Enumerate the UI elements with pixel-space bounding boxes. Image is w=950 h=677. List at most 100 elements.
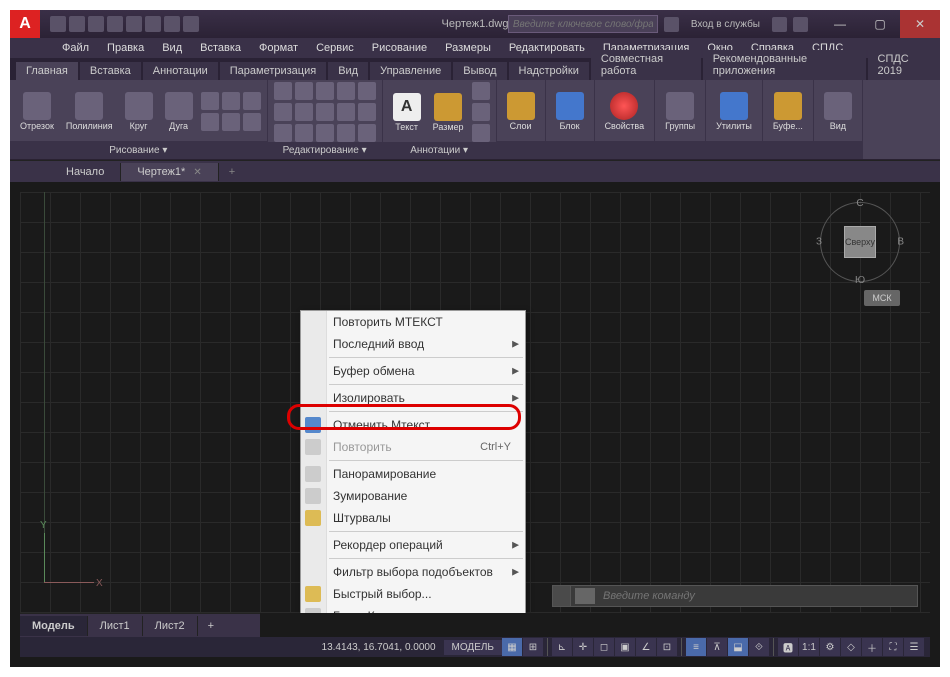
tool-properties[interactable]: Свойства	[601, 90, 649, 133]
doc-tab-add[interactable]: +	[219, 163, 245, 181]
annot-tool-icon[interactable]	[472, 124, 490, 142]
ctx-quickcalc[interactable]: БыстрКальк	[301, 605, 525, 613]
maximize-button[interactable]: ▢	[860, 10, 900, 38]
ctx-isolate[interactable]: Изолировать▶	[301, 387, 525, 409]
user-icon[interactable]	[664, 17, 679, 32]
ctx-pan[interactable]: Панорамирование	[301, 463, 525, 485]
panel-title-draw[interactable]: Рисование ▾	[10, 141, 267, 159]
tool-utilities[interactable]: Утилиты	[712, 90, 756, 133]
tool-text[interactable]: AТекст	[389, 91, 425, 134]
tool-layers[interactable]: Слои	[503, 90, 539, 133]
tool-arc[interactable]: Дуга	[161, 90, 197, 133]
command-icon[interactable]	[575, 588, 595, 604]
qat-plot-icon[interactable]	[145, 16, 161, 32]
drawing-canvas[interactable]: Y X Сверху С Ю З В МСК Повторить МТЕКСТ …	[20, 192, 930, 613]
tool-circle[interactable]: Круг	[121, 90, 157, 133]
menu-tools[interactable]: Сервис	[308, 40, 362, 56]
qat-undo-icon[interactable]	[164, 16, 180, 32]
draw-tool-icon[interactable]	[201, 92, 219, 110]
status-clean-icon[interactable]: ⛶	[883, 638, 903, 656]
tab-add-layout[interactable]: +	[198, 616, 224, 636]
status-otrack-icon[interactable]: ∠	[636, 638, 656, 656]
status-plus-icon[interactable]: ＋	[862, 638, 882, 656]
wcs-label[interactable]: МСК	[864, 290, 900, 306]
modify-tool-icon[interactable]	[337, 82, 355, 100]
modify-tool-icon[interactable]	[358, 103, 376, 121]
minimize-button[interactable]: —	[820, 10, 860, 38]
modify-tool-icon[interactable]	[295, 124, 313, 142]
menu-draw[interactable]: Рисование	[364, 40, 435, 56]
viewcube-face[interactable]: Сверху	[844, 226, 876, 258]
draw-tool-icon[interactable]	[243, 113, 261, 131]
status-model-button[interactable]: МОДЕЛЬ	[444, 640, 502, 655]
status-tpy-icon[interactable]: ⊼	[707, 638, 727, 656]
modify-tool-icon[interactable]	[274, 82, 292, 100]
draw-tool-icon[interactable]	[243, 92, 261, 110]
tool-view[interactable]: Вид	[820, 90, 856, 133]
modify-tool-icon[interactable]	[358, 82, 376, 100]
menu-format[interactable]: Формат	[251, 40, 306, 56]
status-3dosnap-icon[interactable]: ▣	[615, 638, 635, 656]
panel-title-modify[interactable]: Редактирование ▾	[268, 142, 382, 159]
ctx-clipboard[interactable]: Буфер обмена▶	[301, 360, 525, 382]
modify-tool-icon[interactable]	[295, 103, 313, 121]
tab-annotate[interactable]: Аннотации	[143, 62, 218, 80]
tab-spds[interactable]: СПДС 2019	[868, 50, 941, 80]
ctx-repeat[interactable]: Повторить МТЕКСТ	[301, 311, 525, 333]
close-button[interactable]: ✕	[900, 10, 940, 38]
draw-tool-icon[interactable]	[222, 113, 240, 131]
status-grid-icon[interactable]: ▦	[502, 638, 522, 656]
modify-tool-icon[interactable]	[337, 124, 355, 142]
menu-insert[interactable]: Вставка	[192, 40, 249, 56]
modify-tool-icon[interactable]	[358, 124, 376, 142]
tab-layout1[interactable]: Лист1	[88, 616, 143, 636]
search-input[interactable]	[508, 15, 658, 33]
close-icon[interactable]: ✕	[193, 167, 201, 178]
tab-featured[interactable]: Рекомендованные приложения	[703, 50, 866, 80]
ctx-undo[interactable]: Отменить Мтекст	[301, 414, 525, 436]
draw-tool-icon[interactable]	[222, 92, 240, 110]
draw-tool-icon[interactable]	[201, 113, 219, 131]
status-lwt-icon[interactable]: ≡	[686, 638, 706, 656]
tool-dimension[interactable]: Размер	[429, 91, 468, 134]
status-ortho-icon[interactable]: ⊾	[552, 638, 572, 656]
menu-dim[interactable]: Размеры	[437, 40, 499, 56]
modify-tool-icon[interactable]	[274, 103, 292, 121]
status-qp-icon[interactable]: ⬓	[728, 638, 748, 656]
annot-tool-icon[interactable]	[472, 82, 490, 100]
doc-tab-active[interactable]: Чертеж1*✕	[121, 163, 218, 181]
modify-tool-icon[interactable]	[274, 124, 292, 142]
status-snap-icon[interactable]: ⊞	[523, 638, 543, 656]
share-icon[interactable]	[772, 17, 787, 32]
qat-open-icon[interactable]	[69, 16, 85, 32]
tab-addins[interactable]: Надстройки	[509, 62, 589, 80]
tool-block[interactable]: Блок	[552, 90, 588, 133]
qat-cloud-icon[interactable]	[126, 16, 142, 32]
status-sc-icon[interactable]: ⟐	[749, 638, 769, 656]
status-gear-icon[interactable]: ⚙	[820, 638, 840, 656]
qat-new-icon[interactable]	[50, 16, 66, 32]
modify-tool-icon[interactable]	[316, 124, 334, 142]
status-polar-icon[interactable]: ✛	[573, 638, 593, 656]
tool-groups[interactable]: Группы	[661, 90, 699, 133]
status-dyn-icon[interactable]: ⊡	[657, 638, 677, 656]
signin-label[interactable]: Вход в службы	[685, 19, 766, 30]
drag-handle-icon[interactable]	[553, 586, 571, 606]
tab-manage[interactable]: Управление	[370, 62, 451, 80]
status-scale-label[interactable]: 1:1	[799, 638, 819, 656]
ctx-zoom[interactable]: Зумирование	[301, 485, 525, 507]
command-line[interactable]	[552, 585, 918, 607]
app-logo[interactable]: A	[10, 10, 40, 38]
ctx-subobject-filter[interactable]: Фильтр выбора подобъектов▶	[301, 561, 525, 583]
tab-home[interactable]: Главная	[16, 62, 78, 80]
doc-tab-start[interactable]: Начало	[50, 163, 121, 181]
modify-tool-icon[interactable]	[316, 103, 334, 121]
tool-clipboard[interactable]: Буфе...	[769, 90, 807, 133]
ctx-action-recorder[interactable]: Рекордер операций▶	[301, 534, 525, 556]
tool-polyline[interactable]: Полилиния	[62, 90, 117, 133]
menu-edit[interactable]: Правка	[99, 40, 152, 56]
menu-view[interactable]: Вид	[154, 40, 190, 56]
status-custom-icon[interactable]: ☰	[904, 638, 924, 656]
ctx-quick-select[interactable]: Быстрый выбор...	[301, 583, 525, 605]
ctx-recent-input[interactable]: Последний ввод▶	[301, 333, 525, 355]
